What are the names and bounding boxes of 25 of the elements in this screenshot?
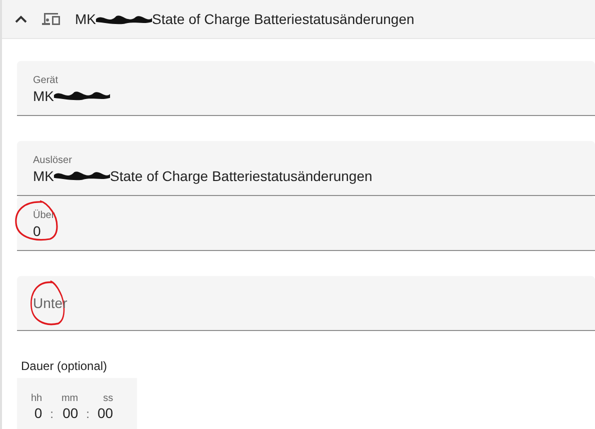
unit-value[interactable]: 00 bbox=[97, 405, 114, 421]
field-label: Über bbox=[33, 210, 56, 220]
duration-label: Dauer (optional) bbox=[21, 359, 108, 373]
field-label: Auslöser bbox=[33, 154, 73, 166]
input-field[interactable]: Auslöser MK State of Charge Batteriestatusänderungen bbox=[17, 141, 595, 196]
field-value-rest: State of Charge Batteriestatusänderungen bbox=[110, 168, 372, 184]
devices-icon bbox=[41, 12, 61, 26]
duration-field[interactable]: hh 0 : mm 00 : ss 00 bbox=[17, 378, 137, 429]
section-title: MK bbox=[75, 11, 96, 27]
unit-label: ss bbox=[103, 393, 114, 404]
section-title-rest: State of Charge Batteriestatusänderungen bbox=[152, 11, 414, 27]
time-separator: : bbox=[50, 407, 54, 421]
unit-label: hh bbox=[31, 393, 42, 404]
time-separator: : bbox=[86, 407, 90, 421]
field-value: MK bbox=[33, 88, 54, 104]
section-header[interactable]: MK State of Charge Batteriestatusänderungen bbox=[2, 0, 595, 39]
unit-value[interactable]: 00 bbox=[62, 405, 78, 421]
field-label: Gerät bbox=[33, 74, 60, 86]
input-field[interactable]: Über 0 bbox=[17, 196, 595, 251]
chevron-icon[interactable] bbox=[15, 15, 27, 23]
field-value: 0 bbox=[33, 222, 41, 238]
field-value: MK bbox=[33, 168, 54, 184]
unit-value[interactable]: 0 bbox=[34, 405, 42, 421]
unit-label: mm bbox=[61, 393, 78, 404]
input-field[interactable]: Gerät MK bbox=[17, 61, 595, 116]
